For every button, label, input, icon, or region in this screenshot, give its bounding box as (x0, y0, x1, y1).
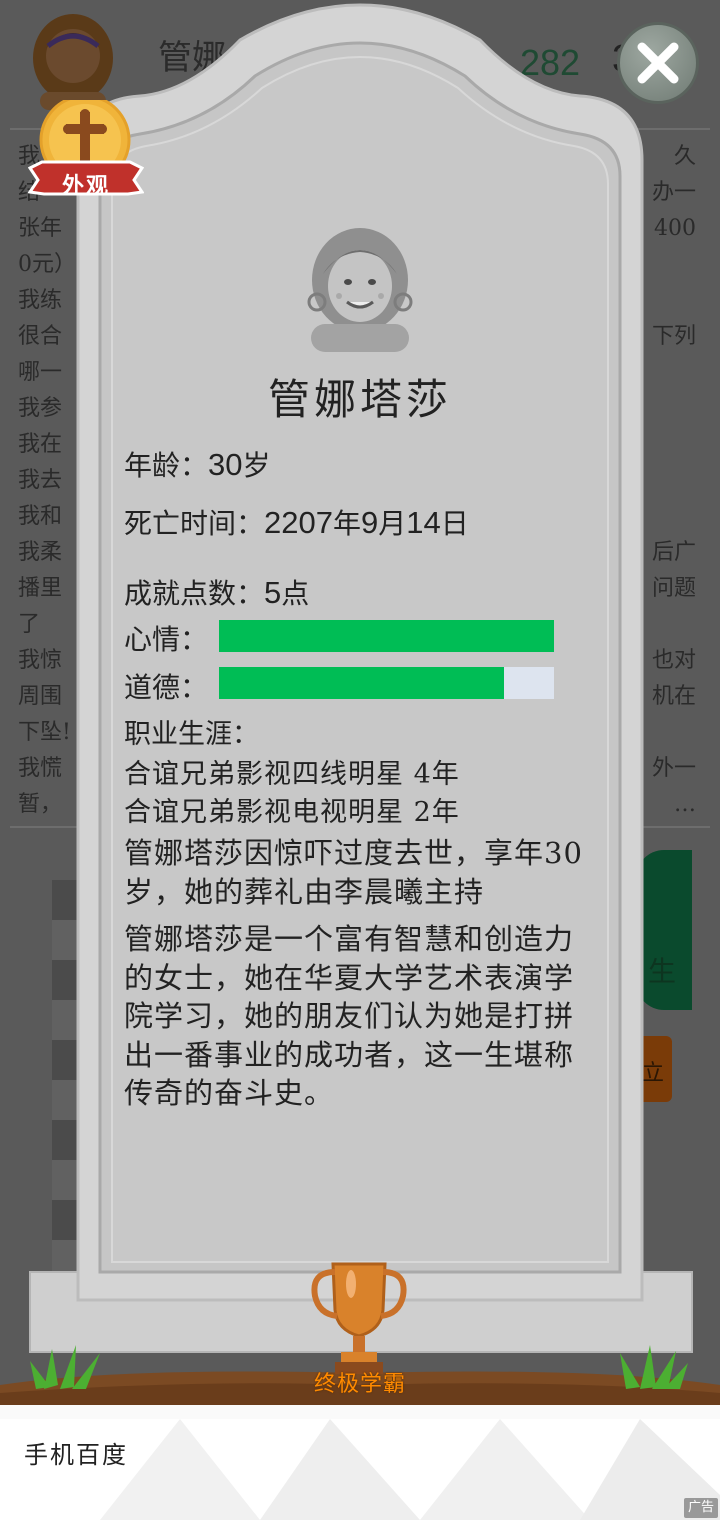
career-item: 合谊兄弟影视四线明星 4年 (124, 752, 460, 791)
morality-bar-fill (219, 667, 504, 699)
death-day: 14 (406, 505, 441, 540)
death-month: 9 (361, 505, 379, 540)
achievement-value: 5 (264, 575, 282, 610)
morality-bar (219, 667, 554, 699)
grass-right-icon (620, 1345, 688, 1389)
mood-label: 心情： (124, 623, 209, 656)
trophy-label: 终极学霸 (313, 1372, 406, 1397)
achievement-label: 成就点数： (124, 577, 265, 610)
career-title: 职业生涯： (124, 719, 259, 750)
age-value: 30 (208, 447, 243, 482)
achievement-row: 成就点数：5点 (124, 572, 309, 612)
age-unit: 岁 (242, 449, 271, 482)
mood-bar (219, 620, 554, 652)
morality-label: 道德： (124, 671, 209, 704)
career-item-text: 合谊兄弟影视四线明星 (124, 759, 404, 790)
biography: 管娜塔莎是一个富有智慧和创造力的女士，她在华夏大学艺术表演学院学习，她的朋友们认… (124, 922, 575, 1110)
career-item-text: 合谊兄弟影视电视明星 (124, 797, 404, 828)
trophy-icon (311, 1262, 407, 1374)
deceased-name: 管娜塔莎 (267, 375, 452, 424)
ad-banner[interactable]: 手机百度 广告 (0, 1405, 720, 1520)
appearance-label: 外观 (61, 173, 110, 199)
death-description: 管娜塔莎因惊吓过度去世，享年30岁，她的葬礼由李晨曦主持 (124, 836, 583, 909)
deceased-portrait (307, 228, 413, 352)
close-button[interactable] (617, 22, 699, 104)
ad-tag: 广告 (683, 1498, 718, 1518)
career-item-years: 4年 (413, 759, 460, 790)
age-row: 年龄：30岁 (124, 444, 271, 484)
death-date-row: 死亡时间：2207年9月14日 (124, 505, 469, 540)
achievement-unit: 点 (281, 577, 310, 610)
mood-bar-fill (219, 620, 554, 652)
ad-text[interactable]: 手机百度 (24, 1435, 128, 1470)
close-icon (637, 42, 679, 84)
career-item-years: 2年 (413, 797, 460, 828)
age-label: 年龄： (124, 449, 209, 482)
tombstone (29, 3, 693, 1353)
death-year: 2207 (264, 505, 333, 540)
death-date-label: 死亡时间： (124, 507, 265, 540)
career-item: 合谊兄弟影视电视明星 2年 (124, 790, 460, 829)
